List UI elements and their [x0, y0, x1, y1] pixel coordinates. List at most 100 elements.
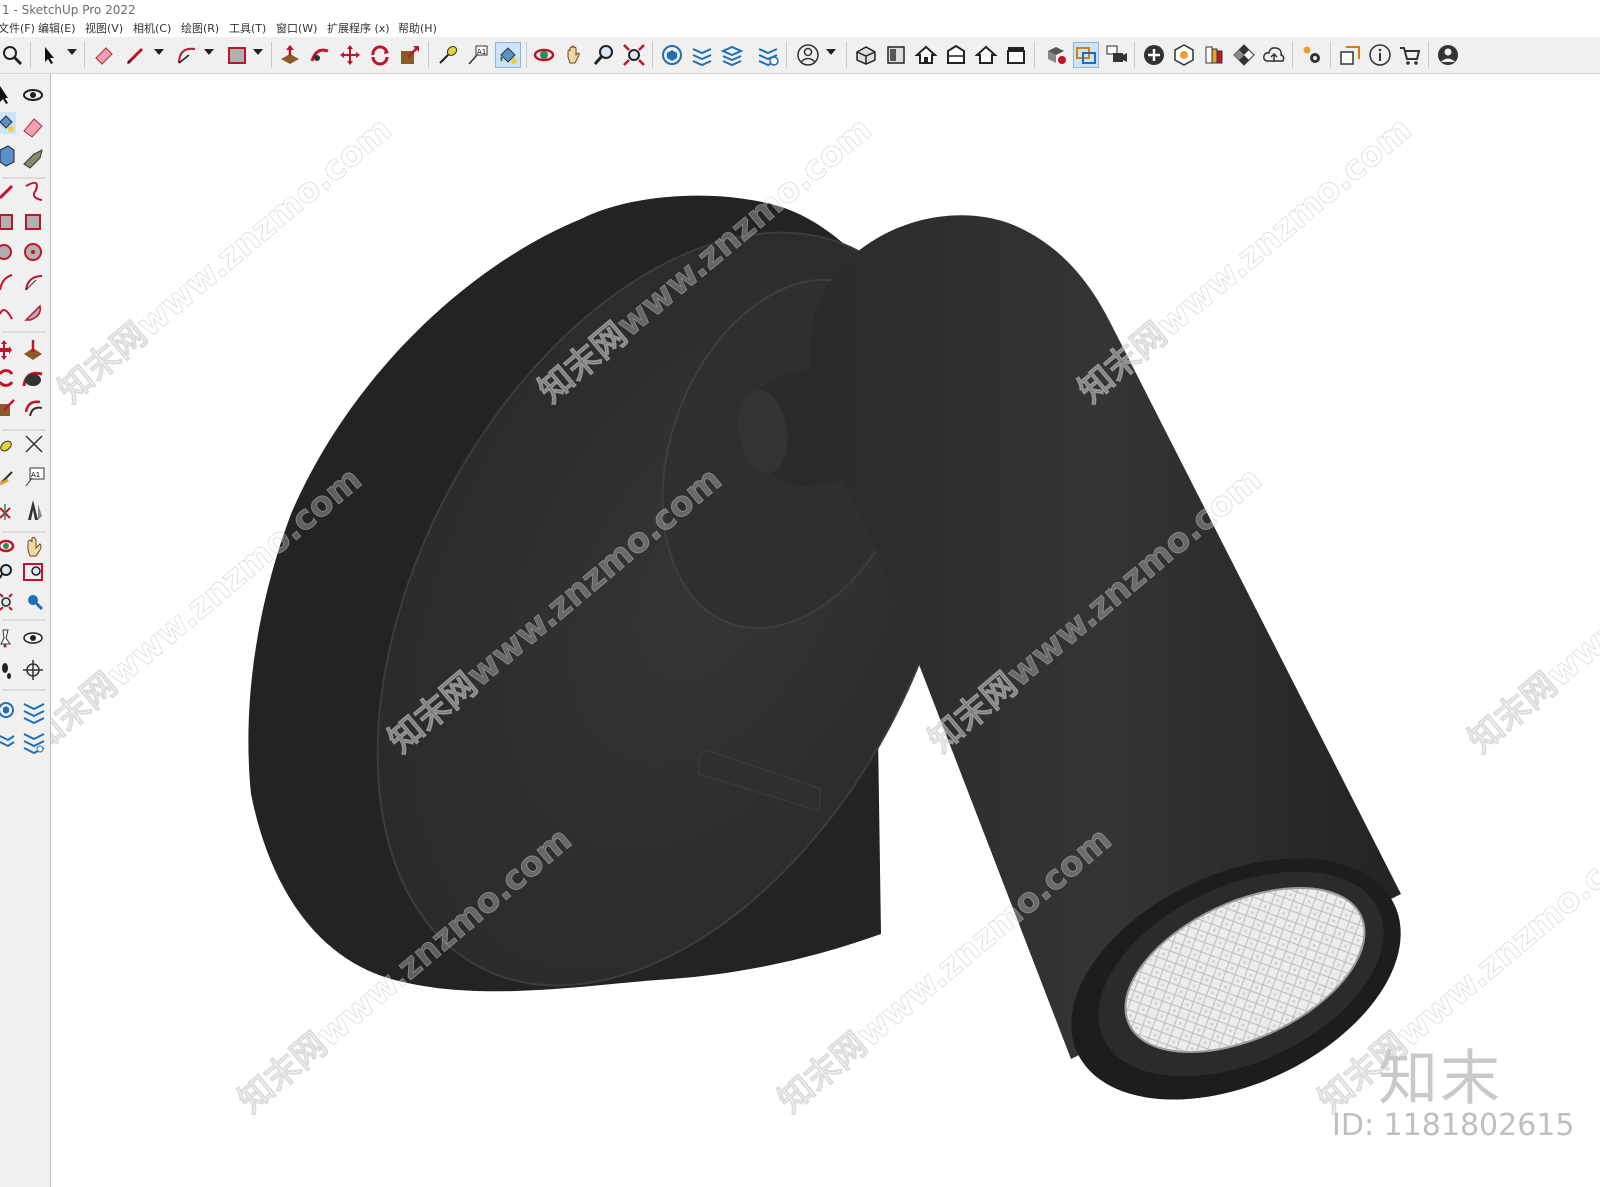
- follow-me-icon[interactable]: [22, 371, 43, 387]
- cart-icon[interactable]: [1398, 43, 1422, 67]
- zoom-extents-icon[interactable]: [0, 593, 13, 611]
- scale-icon[interactable]: [0, 399, 15, 416]
- user-dropdown-icon[interactable]: [826, 49, 836, 55]
- top-view-icon[interactable]: [884, 43, 908, 67]
- position-camera-icon[interactable]: [0, 629, 11, 648]
- previous-view-icon[interactable]: [28, 595, 44, 611]
- rotate-icon[interactable]: [368, 43, 392, 67]
- front-view-icon[interactable]: [914, 43, 938, 67]
- settings-icon[interactable]: [1300, 43, 1324, 67]
- pie-icon[interactable]: [25, 275, 43, 291]
- pencil-icon[interactable]: [124, 43, 148, 67]
- circle-icon[interactable]: [0, 244, 12, 260]
- push-pull-icon[interactable]: [24, 340, 42, 360]
- layout-icon[interactable]: [720, 43, 744, 67]
- scale-icon[interactable]: [398, 43, 422, 67]
- menu-window[interactable]: 窗口(W): [276, 20, 317, 37]
- user-account-icon[interactable]: [796, 43, 820, 67]
- follow-me-icon[interactable]: [308, 43, 332, 67]
- warehouse-icon[interactable]: [0, 702, 14, 718]
- solid-tools-icon[interactable]: [1044, 43, 1068, 67]
- menu-draw[interactable]: 绘图(R): [181, 20, 219, 37]
- offset-icon[interactable]: [24, 400, 43, 417]
- tag-icon[interactable]: [23, 149, 43, 169]
- dimension-icon[interactable]: [25, 435, 43, 453]
- paint-bucket-icon[interactable]: [0, 112, 16, 134]
- pencil-dropdown-icon[interactable]: [154, 49, 164, 55]
- two-point-arc-icon[interactable]: [0, 309, 13, 320]
- styles-icon[interactable]: [1202, 43, 1226, 67]
- rotated-rectangle-icon[interactable]: [25, 214, 41, 230]
- menu-tools[interactable]: 工具(T): [229, 20, 266, 37]
- rectangle-dropdown-icon[interactable]: [253, 49, 263, 55]
- component-icon[interactable]: [0, 145, 15, 167]
- menu-help[interactable]: 帮助(H): [398, 20, 437, 37]
- materials-icon[interactable]: [1232, 43, 1256, 67]
- orbit-icon[interactable]: [532, 43, 556, 67]
- tape-measure-icon[interactable]: [436, 43, 460, 67]
- rotate-icon[interactable]: [0, 369, 14, 387]
- menu-extensions[interactable]: 扩展程序 (x): [327, 20, 390, 37]
- cloud-upload-icon[interactable]: [1262, 43, 1286, 67]
- pan-icon[interactable]: [27, 536, 42, 557]
- text-icon[interactable]: A1: [466, 43, 490, 67]
- polygon-icon[interactable]: [24, 243, 42, 261]
- look-around-icon[interactable]: [23, 632, 43, 644]
- add-location-icon[interactable]: [1142, 43, 1166, 67]
- axes-icon[interactable]: [0, 504, 11, 520]
- arc-icon[interactable]: [0, 274, 13, 291]
- section-plane-icon[interactable]: [23, 660, 43, 680]
- zoom-extents-icon[interactable]: [622, 43, 646, 67]
- orbit-icon[interactable]: [23, 89, 43, 101]
- extension-manager-icon[interactable]: [23, 733, 45, 754]
- extension-warehouse-icon[interactable]: [690, 43, 714, 67]
- orbit-tool-icon[interactable]: [0, 539, 15, 553]
- paint-bucket-icon[interactable]: [495, 42, 521, 68]
- zoom-window-icon[interactable]: [23, 563, 43, 581]
- protractor-icon[interactable]: [0, 471, 13, 486]
- arc-icon[interactable]: [175, 43, 199, 67]
- back-view-icon[interactable]: [974, 43, 998, 67]
- walk-icon[interactable]: [2, 663, 11, 679]
- rectangle-icon[interactable]: [225, 43, 249, 67]
- layout-icon[interactable]: [0, 735, 15, 748]
- zoom-icon[interactable]: [0, 43, 24, 67]
- menu-view[interactable]: 视图(V): [85, 20, 123, 37]
- zoom-icon[interactable]: [0, 564, 12, 579]
- right-view-icon[interactable]: [944, 43, 968, 67]
- 3d-warehouse-icon[interactable]: [660, 43, 684, 67]
- model-info-icon[interactable]: [1368, 43, 1392, 67]
- model-viewport[interactable]: 知末网www.znzmo.com 知末网www.znzmo.com 知末网www…: [51, 74, 1600, 1187]
- extension-manager-icon[interactable]: [756, 43, 780, 67]
- line-icon[interactable]: [0, 184, 14, 200]
- menu-camera[interactable]: 相机(C): [133, 20, 171, 37]
- tape-measure-icon[interactable]: [0, 439, 13, 453]
- rectangle-icon[interactable]: [0, 214, 13, 230]
- freehand-icon[interactable]: [25, 181, 43, 201]
- text-icon[interactable]: A1: [25, 467, 45, 487]
- arc-dropdown-icon[interactable]: [204, 49, 214, 55]
- scenes-icon[interactable]: [1104, 43, 1128, 67]
- components-icon[interactable]: [1338, 43, 1362, 67]
- zoom-tool-icon[interactable]: [592, 43, 616, 67]
- extension-warehouse-icon[interactable]: [23, 703, 45, 725]
- select-dropdown-icon[interactable]: [67, 49, 77, 55]
- eraser-icon[interactable]: [23, 118, 43, 138]
- profile-icon[interactable]: [1436, 43, 1460, 67]
- select-icon[interactable]: [36, 43, 60, 67]
- 3d-text-icon[interactable]: [28, 500, 42, 520]
- move-icon[interactable]: [0, 340, 12, 360]
- push-pull-icon[interactable]: [278, 43, 302, 67]
- left-view-icon[interactable]: [1004, 43, 1028, 67]
- pan-icon[interactable]: [562, 43, 586, 67]
- svg-text:A1: A1: [477, 48, 486, 56]
- three-point-arc-icon[interactable]: [24, 304, 42, 321]
- menu-edit[interactable]: 编辑(E): [38, 20, 76, 37]
- iso-view-icon[interactable]: [854, 43, 878, 67]
- sandbox-icon[interactable]: [1172, 43, 1196, 67]
- select-icon[interactable]: [0, 86, 8, 104]
- menu-file[interactable]: 文件(F): [0, 20, 35, 37]
- eraser-icon[interactable]: [92, 43, 116, 67]
- move-icon[interactable]: [338, 43, 362, 67]
- section-plane-icon[interactable]: [1073, 42, 1099, 68]
